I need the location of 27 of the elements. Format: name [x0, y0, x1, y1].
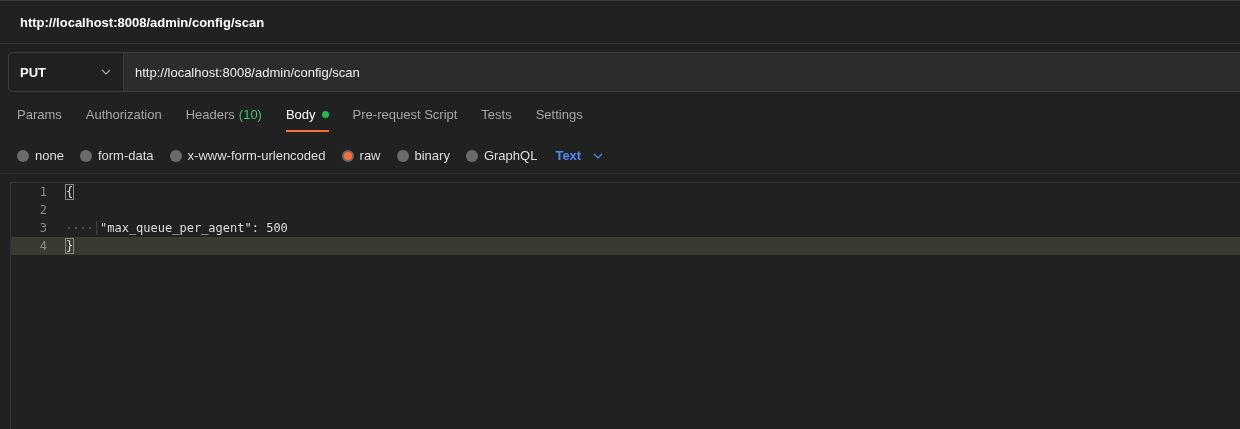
format-dropdown[interactable]: Text: [553, 148, 604, 163]
request-tab[interactable]: Tests: [481, 105, 512, 132]
chevron-down-icon: [593, 152, 604, 159]
code-text: }: [66, 239, 74, 253]
line-number: 2: [38, 203, 47, 217]
request-tab[interactable]: Params: [17, 105, 62, 132]
line-number: 4: [38, 239, 47, 253]
chevron-down-icon: [101, 69, 111, 75]
request-tab[interactable]: Pre-request Script: [352, 105, 458, 132]
line-number: 1: [38, 185, 47, 199]
body-type-radio[interactable]: none: [17, 148, 64, 163]
request-tab[interactable]: Authorization: [85, 105, 162, 132]
url-field[interactable]: http://localhost:8008/admin/config/scan: [124, 52, 1240, 92]
method-dropdown[interactable]: PUT: [8, 52, 124, 92]
body-type-radio[interactable]: form-data: [79, 148, 154, 163]
code-editor[interactable]: 1 { 2 3 "max_queue_per_agent": 500 4 }: [10, 182, 1240, 429]
code-text: "max_queue_per_agent": 500: [100, 221, 288, 235]
line-number: 3: [38, 221, 47, 235]
request-tab[interactable]: Headers (10): [185, 105, 262, 132]
request-tab[interactable]: Body: [285, 105, 329, 132]
body-type-radio[interactable]: x-www-form-urlencoded: [169, 148, 326, 163]
request-title: http://localhost:8008/admin/config/scan: [20, 14, 265, 30]
body-type-radio[interactable]: binary: [396, 148, 450, 163]
code-text: {: [66, 185, 74, 199]
body-type-radio[interactable]: GraphQL: [465, 148, 538, 163]
body-type-radio[interactable]: raw: [341, 148, 381, 163]
request-tab[interactable]: Settings: [535, 105, 583, 132]
